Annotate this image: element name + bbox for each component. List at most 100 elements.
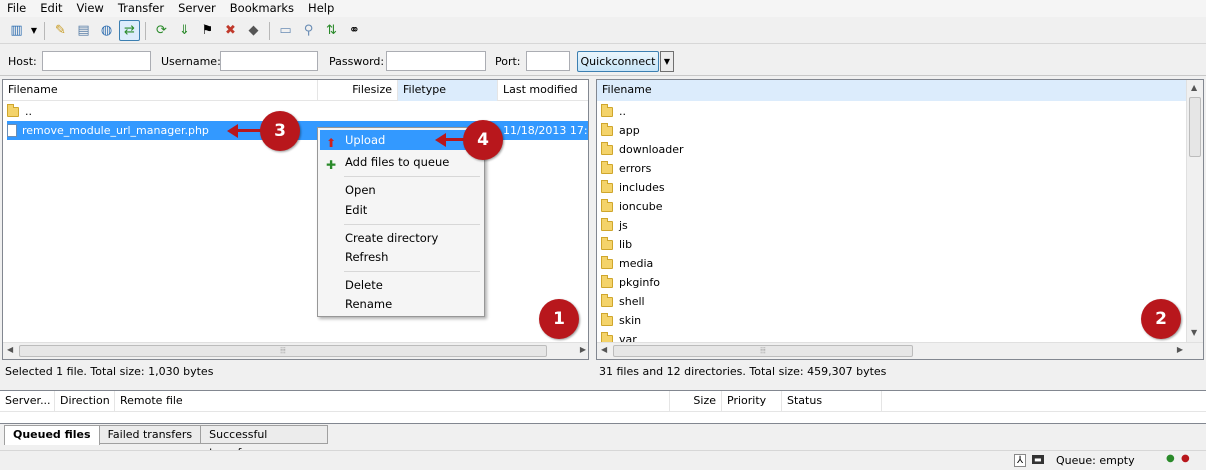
local-tree-icon[interactable]: ▤	[73, 20, 94, 41]
menu-bookmarks[interactable]: Bookmarks	[223, 0, 301, 17]
tab-failed-transfers[interactable]: Failed transfers	[98, 425, 202, 444]
quickconnect-dropdown-icon[interactable]: ▼	[660, 51, 674, 72]
online-indicator-icon: ●	[1166, 453, 1175, 464]
remote-file-list[interactable]: Filename .. app downloader errors includes io…	[596, 79, 1204, 360]
remote-list-item[interactable]: app	[601, 121, 640, 140]
remote-list-item[interactable]: downloader	[601, 140, 683, 159]
folder-icon	[601, 160, 613, 174]
remote-list-item[interactable]: ioncube	[601, 197, 663, 216]
folder-icon	[601, 217, 613, 231]
menu-edit[interactable]: Edit	[33, 0, 69, 17]
menu-item-add-to-queue[interactable]: ✚ Add files to queue	[320, 152, 482, 172]
compare-icon[interactable]: ⚲	[298, 20, 319, 41]
col-priority[interactable]: Priority	[722, 391, 782, 411]
cancel-icon[interactable]: ✖	[220, 20, 241, 41]
tab-successful-transfers[interactable]: Successful transfers	[200, 425, 329, 459]
local-status: Selected 1 file. Total size: 1,030 bytes	[5, 365, 214, 378]
menu-item-edit[interactable]: Edit	[320, 200, 482, 220]
scroll-left-icon[interactable]: ◀	[601, 345, 607, 354]
callout-badge-2: 2	[1141, 299, 1181, 339]
scroll-thumb[interactable]: ⦙⦙⦙	[613, 345, 913, 357]
filter-icon[interactable]: ▭	[275, 20, 296, 41]
remote-tree-icon[interactable]: ◍	[96, 20, 117, 41]
disconnect-icon[interactable]: ◆	[243, 20, 264, 41]
port-input[interactable]	[526, 51, 570, 71]
remote-horizontal-scrollbar[interactable]: ◀ ⦙⦙⦙ ▶	[597, 342, 1203, 359]
col-filesize[interactable]: Filesize	[318, 80, 398, 101]
remote-list-item[interactable]: lib	[601, 235, 632, 254]
folder-icon	[601, 141, 613, 155]
menu-item-rename[interactable]: Rename	[320, 294, 482, 314]
add-queue-icon: ✚	[326, 158, 337, 172]
host-label: Host:	[8, 55, 37, 68]
remote-vertical-scrollbar[interactable]: ▲ ▼	[1186, 80, 1203, 344]
username-label: Username:	[161, 55, 221, 68]
toolbar-separator	[44, 21, 45, 40]
list-item-parent[interactable]: ..	[7, 102, 32, 121]
scroll-left-icon[interactable]: ◀	[7, 345, 13, 354]
tab-queued-files[interactable]: Queued files	[4, 425, 100, 445]
process-queue-icon[interactable]: ⇓	[174, 20, 195, 41]
queue-icon[interactable]: ⇄	[119, 20, 140, 41]
item-label: app	[619, 124, 640, 137]
host-input[interactable]	[42, 51, 151, 71]
site-manager-dropdown-icon[interactable]: ▼	[29, 20, 39, 41]
col-direction[interactable]: Direction	[55, 391, 115, 411]
col-remote-filename[interactable]: Filename	[597, 80, 1187, 101]
context-menu: ⬆ Upload ✚ Add files to queue Open Edit …	[317, 127, 485, 317]
menu-view[interactable]: View	[70, 0, 111, 17]
folder-icon	[601, 122, 613, 136]
menu-item-delete[interactable]: Delete	[320, 275, 482, 295]
password-input[interactable]	[386, 51, 486, 71]
col-last-modified[interactable]: Last modified	[498, 80, 588, 101]
col-filetype[interactable]: Filetype	[398, 80, 498, 101]
remote-list-item[interactable]: ..	[601, 102, 626, 121]
item-label: errors	[619, 162, 652, 175]
menu-transfer[interactable]: Transfer	[111, 0, 171, 17]
col-server[interactable]: Server...	[0, 391, 55, 411]
scroll-right-icon[interactable]: ▶	[580, 345, 586, 354]
menu-help[interactable]: Help	[301, 0, 341, 17]
scroll-right-icon[interactable]: ▶	[1177, 345, 1183, 354]
remote-list-item[interactable]: skin	[601, 311, 641, 330]
username-input[interactable]	[220, 51, 318, 71]
queue-status: Queue: empty	[1056, 454, 1135, 467]
menu-file[interactable]: File	[0, 0, 33, 17]
folder-icon	[601, 198, 613, 212]
col-filename[interactable]: Filename	[3, 80, 318, 101]
speed-limit-icon: ▬	[1032, 455, 1044, 464]
menu-item-create-directory[interactable]: Create directory	[320, 228, 482, 248]
scroll-up-icon[interactable]: ▲	[1191, 83, 1197, 92]
remote-list-item[interactable]: pkginfo	[601, 273, 660, 292]
queue-tabs: Queued files Failed transfers Successful…	[4, 425, 329, 459]
remote-status: 31 files and 12 directories. Total size:…	[599, 365, 887, 378]
menu-server[interactable]: Server	[171, 0, 223, 17]
menu-item-label: Upload	[345, 133, 386, 147]
flag-icon[interactable]: ⚑	[197, 20, 218, 41]
remote-list-item[interactable]: includes	[601, 178, 665, 197]
menu-separator	[344, 224, 480, 225]
sync-icon[interactable]: ⇅	[321, 20, 342, 41]
search-icon[interactable]: ⚭	[344, 20, 365, 41]
remote-list-item[interactable]: errors	[601, 159, 651, 178]
log-icon[interactable]: ✎	[50, 20, 71, 41]
remote-list-item[interactable]: shell	[601, 292, 645, 311]
scroll-thumb[interactable]: ⦙⦙⦙	[19, 345, 547, 357]
transfer-queue[interactable]: Server... Direction Remote file Size Pri…	[0, 390, 1206, 424]
menu-item-open[interactable]: Open	[320, 180, 482, 200]
remote-list-item[interactable]: js	[601, 216, 628, 235]
col-remote-file[interactable]: Remote file	[115, 391, 670, 411]
quickconnect-button[interactable]: Quickconnect	[577, 51, 659, 72]
item-modified: 11/18/2013 17:22	[503, 124, 588, 137]
scroll-thumb[interactable]	[1189, 97, 1201, 157]
menu-item-refresh[interactable]: Refresh	[320, 247, 482, 267]
folder-icon	[601, 312, 613, 326]
folder-icon	[601, 103, 613, 117]
site-manager-icon[interactable]: ▥	[6, 20, 27, 41]
refresh-icon[interactable]: ⟳	[151, 20, 172, 41]
scroll-down-icon[interactable]: ▼	[1191, 328, 1197, 337]
remote-list-item[interactable]: media	[601, 254, 653, 273]
col-status[interactable]: Status	[782, 391, 882, 411]
local-horizontal-scrollbar[interactable]: ◀ ⦙⦙⦙ ▶	[3, 342, 588, 359]
col-size[interactable]: Size	[670, 391, 722, 411]
